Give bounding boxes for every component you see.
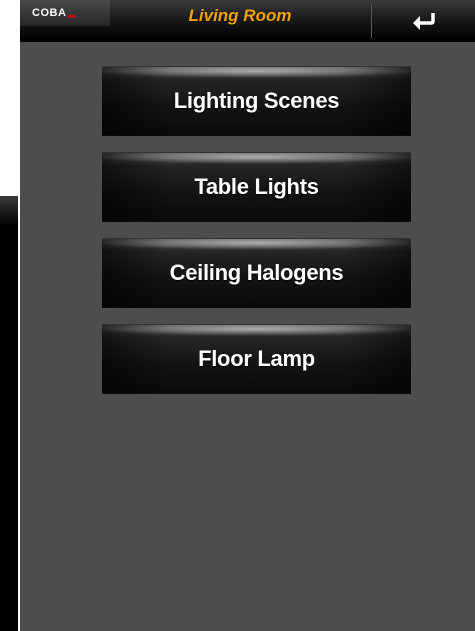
screen: COBA Living Room Lighting Scenes Table L… [0,0,475,631]
logo-text: COBA [32,7,67,19]
room-menu: Lighting Scenes Table Lights Ceiling Hal… [102,66,411,410]
lighting-scenes-button[interactable]: Lighting Scenes [102,66,411,136]
logo: COBA [20,0,110,26]
back-button[interactable] [372,0,475,41]
logo-mark [68,14,77,18]
floor-lamp-label: Floor Lamp [198,346,315,371]
ceiling-halogens-button[interactable]: Ceiling Halogens [102,238,411,308]
frame-edge [0,196,18,631]
floor-lamp-button[interactable]: Floor Lamp [102,324,411,394]
return-arrow-icon [412,12,435,30]
lighting-scenes-label: Lighting Scenes [173,88,340,113]
ceiling-halogens-label: Ceiling Halogens [169,260,344,285]
table-lights-button[interactable]: Table Lights [102,152,411,222]
app-window: COBA Living Room Lighting Scenes Table L… [20,0,475,631]
top-bar: COBA Living Room [20,0,475,42]
page-title: Living Room [188,6,292,25]
table-lights-label: Table Lights [194,174,319,199]
